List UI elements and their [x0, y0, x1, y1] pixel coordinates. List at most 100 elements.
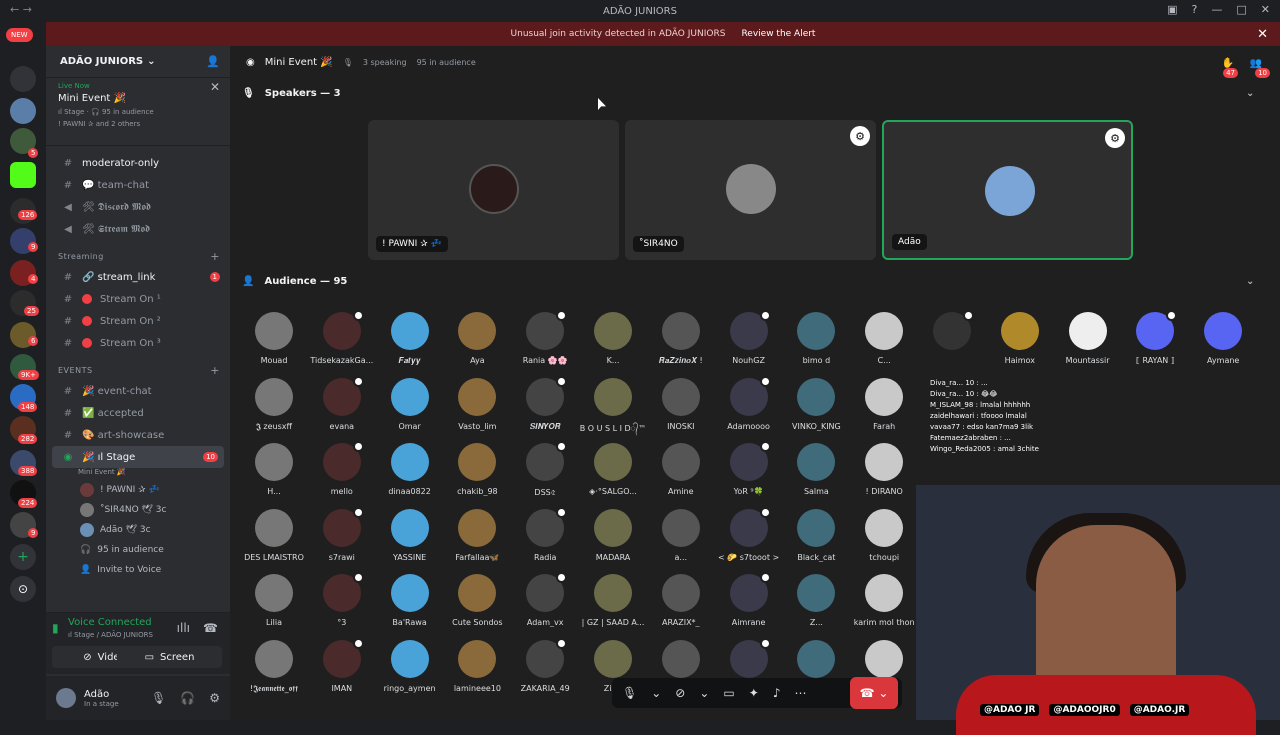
add-server-icon[interactable]: +	[10, 544, 36, 570]
audience-member[interactable]	[715, 637, 783, 684]
channel-moderator-only[interactable]: # moderator-only	[46, 152, 230, 174]
audience-member[interactable]: evana	[308, 375, 376, 431]
channel-art-showcase[interactable]: # 🎨 art-showcase	[46, 424, 230, 446]
gear-icon[interactable]: ⚙	[209, 691, 220, 705]
audience-member[interactable]	[918, 310, 986, 356]
server-header[interactable]: ADÃO JUNIORS ⌄ 👤	[46, 46, 230, 78]
audience-member[interactable]: ARAZIX*_	[647, 574, 715, 627]
audience-member[interactable]: C...	[850, 312, 918, 365]
audience-member[interactable]: Cute Sondos	[443, 574, 511, 627]
audience-member[interactable]: ⟦ RAYAN ⟧	[1121, 310, 1189, 365]
audience-member[interactable]: IMAN	[308, 637, 376, 693]
leave-call-button[interactable]: ☎ ⌄	[850, 677, 898, 709]
chevron-down-icon[interactable]: ⌄	[1246, 276, 1254, 287]
audience-member[interactable]: 𝑺𝑰𝑵𝒀𝑶𝑹	[511, 375, 579, 432]
close-live-icon[interactable]: ✕	[210, 80, 220, 94]
audience-member[interactable]: !𝕵𝖊𝖆𝖓𝖓𝖊𝖙𝖙𝖊_𝖔𝖋𝖋	[240, 639, 308, 694]
inbox-icon[interactable]: ▣	[1167, 3, 1177, 16]
audience-member[interactable]: Lilia	[240, 574, 308, 627]
more-icon[interactable]: ⋯	[795, 686, 807, 700]
audience-member[interactable]: tchoupi	[850, 508, 918, 562]
activity-icon[interactable]: ✦	[749, 686, 759, 700]
audience-member[interactable]: Mouad	[240, 312, 308, 365]
maximize-icon[interactable]: □	[1236, 3, 1246, 16]
server-icon[interactable]	[10, 66, 36, 92]
audience-member[interactable]: Aymane	[1189, 312, 1257, 365]
stage-speaker[interactable]: ! PAWNI ✰ 💤	[46, 480, 230, 500]
audience-member[interactable]: MADARA	[579, 508, 647, 562]
audience-member[interactable]: Rania 🌸🌸	[511, 310, 579, 365]
audience-member[interactable]: ◈·°SALGO...	[579, 443, 647, 496]
add-member-icon[interactable]: 👤	[206, 55, 220, 68]
audience-member[interactable]: Aimrane	[715, 572, 783, 627]
audience-member[interactable]: Omar	[376, 377, 444, 431]
add-channel-icon[interactable]: +	[210, 250, 220, 263]
audience-member[interactable]: s7rawi	[308, 506, 376, 562]
audience-member[interactable]: VINKO_KING	[782, 377, 850, 431]
stage-speaker[interactable]: Adão 🕊 3c	[46, 520, 230, 540]
window-controls[interactable]: ▣ ? — □ ✕	[1167, 3, 1270, 16]
chevron-down-icon[interactable]: ⌄	[1246, 88, 1254, 99]
audience-member[interactable]: chakib_98	[443, 443, 511, 496]
audience-member[interactable]: DES LMAISTRO	[240, 508, 308, 562]
channel-stream-on-3[interactable]: # Stream On ³	[46, 332, 230, 354]
audience-member[interactable]: Adam_vx	[511, 572, 579, 627]
audience-member[interactable]: INOSKI	[647, 377, 715, 431]
disconnect-icon[interactable]: ☎	[203, 621, 218, 635]
audience-member[interactable]: Vasto_lim	[443, 377, 511, 431]
channel-stream-link[interactable]: # 🔗 stream_link 1	[46, 266, 230, 288]
audience-member[interactable]: B O U S L I D᭄™	[579, 377, 647, 437]
kick-server-icon[interactable]	[10, 162, 36, 188]
audience-member[interactable]: YASSINE	[376, 508, 444, 562]
channel-stream-mod[interactable]: ◀ 🛠 𝕾𝖙𝖗𝖊𝖆𝖒 𝕸𝖔𝖉	[46, 218, 230, 240]
channel-stage[interactable]: ◉ 🎉 ıl Stage 10	[52, 446, 224, 468]
audience-member[interactable]: < 🌮 s7tooot >	[715, 506, 783, 562]
screen-share-icon[interactable]: ▭	[723, 686, 734, 700]
close-window-icon[interactable]: ✕	[1261, 3, 1270, 16]
screen-button[interactable]: ▭ Screen	[117, 646, 222, 668]
audience-member[interactable]: Black_cat	[782, 508, 850, 562]
audience-member[interactable]: Mountassir	[1054, 312, 1122, 365]
speaker-tile[interactable]: ⚙ ˚SIR4NO	[625, 120, 876, 260]
category-streaming[interactable]: Streaming +	[46, 246, 230, 266]
audience-member[interactable]: 𝑭𝒂𝒕𝒚𝒚	[376, 312, 444, 366]
review-alert-link[interactable]: Review the Alert	[741, 29, 815, 39]
audience-header[interactable]: 👤 Audience — 95 ⌄	[242, 276, 1254, 287]
chevron-down-icon[interactable]: ⌄	[651, 686, 661, 700]
invite-to-voice[interactable]: 👤 Invite to Voice	[46, 560, 230, 580]
audience-member[interactable]	[782, 639, 850, 684]
audience-member[interactable]: lamineee10	[443, 639, 511, 693]
close-alert-icon[interactable]: ✕	[1257, 27, 1268, 42]
audience-member[interactable]: Adamoooo	[715, 375, 783, 431]
chevron-down-icon[interactable]: ⌄	[699, 686, 709, 700]
audience-member[interactable]: °3	[308, 572, 376, 627]
live-now-card[interactable]: Live Now Mini Event 🎉 ıl Stage · 🎧 95 in…	[46, 78, 230, 146]
audience-member[interactable]: K...	[579, 312, 647, 365]
audience-member[interactable]: Radia	[511, 506, 579, 562]
audience-member[interactable]	[647, 639, 715, 684]
headphones-icon[interactable]: 🎧	[180, 691, 195, 705]
help-icon[interactable]: ?	[1192, 3, 1198, 16]
channel-team-chat[interactable]: # 💬 team-chat	[46, 174, 230, 196]
audience-member[interactable]: DSS৫	[511, 441, 579, 500]
audience-member[interactable]: NouhGZ	[715, 310, 783, 365]
voice-channel[interactable]: ıl Stage / ADÃO JUNIORS	[68, 631, 153, 639]
microphone-icon[interactable]: 🎙	[622, 686, 637, 700]
audience-member[interactable]: | GZ | SAAD A...	[579, 574, 647, 627]
avatar[interactable]	[56, 688, 76, 708]
category-events[interactable]: EVENTS +	[46, 360, 230, 380]
audience-member[interactable]: Amine	[647, 443, 715, 496]
audience-member[interactable]: Z...	[782, 574, 850, 627]
soundboard-icon[interactable]: ♪	[773, 686, 781, 700]
audience-member[interactable]: ! DIRANO	[850, 443, 918, 496]
audience-member[interactable]: ringo_aymen	[376, 639, 444, 693]
back-forward-icons[interactable]: ← →	[10, 3, 32, 16]
video-off-icon[interactable]: ⊘	[675, 686, 685, 700]
add-channel-icon[interactable]: +	[210, 364, 220, 377]
minimize-icon[interactable]: —	[1211, 3, 1222, 16]
audience-member[interactable]: Ba'Rawa	[376, 574, 444, 627]
audience-member[interactable]: Haimox	[986, 312, 1054, 365]
audience-member[interactable]: dinaa0822	[376, 443, 444, 496]
audience-member[interactable]: Farah	[850, 377, 918, 431]
channel-accepted[interactable]: # ✅ accepted	[46, 402, 230, 424]
